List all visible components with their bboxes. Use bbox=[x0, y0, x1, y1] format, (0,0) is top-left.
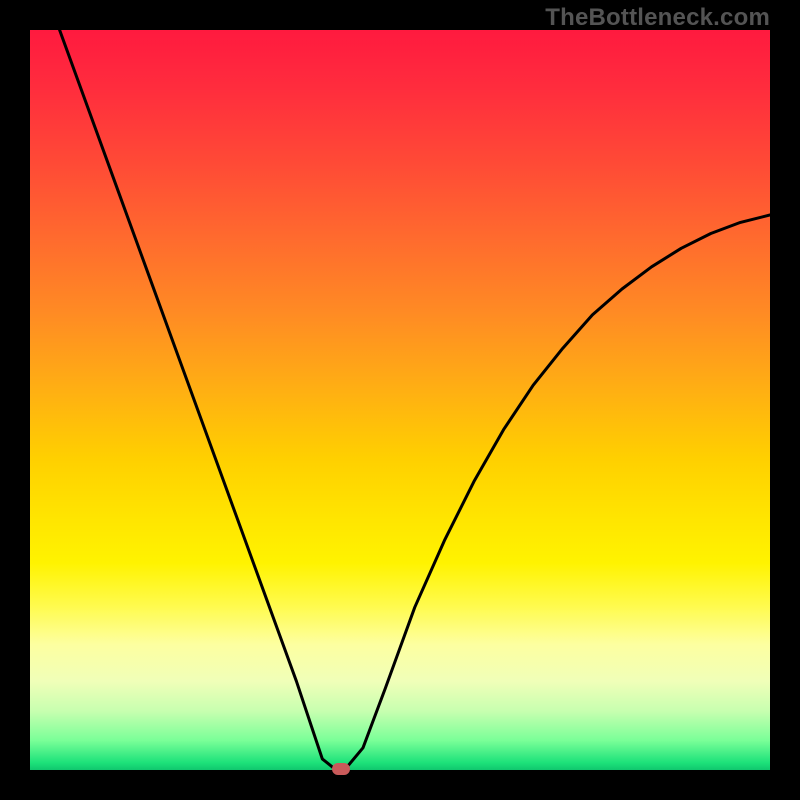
plot-area bbox=[30, 30, 770, 770]
watermark-text: TheBottleneck.com bbox=[545, 4, 770, 32]
curve-svg bbox=[30, 30, 770, 770]
bottleneck-curve-path bbox=[60, 30, 770, 769]
minimum-marker bbox=[332, 763, 350, 775]
chart-frame: TheBottleneck.com bbox=[0, 0, 800, 800]
